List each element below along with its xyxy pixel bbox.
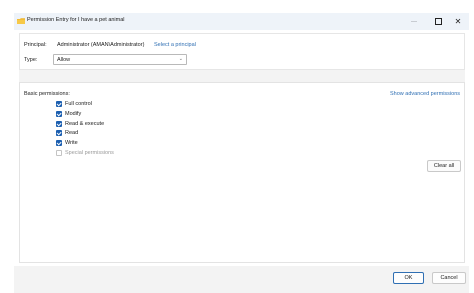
ok-button[interactable]: OK [393,272,424,284]
read-checkbox[interactable] [56,130,62,136]
permissions-panel: Basic permissions: Show advanced permiss… [19,82,465,263]
permission-label: Read & execute [65,121,105,127]
permission-label: Write [65,140,78,146]
special-permissions-checkbox [56,150,62,156]
close-button[interactable]: ✕ [448,13,468,30]
principal-value: Administrator (AMAN\Administrator) [57,42,145,48]
permission-label: Read [65,130,79,136]
select-principal-link[interactable]: Select a principal [154,42,196,48]
type-select-value: Allow [57,57,71,63]
permission-label: Special permissions [65,150,114,156]
principal-panel: Principal: Administrator (AMAN\Administr… [19,33,465,70]
permission-label: Full control [65,101,92,107]
type-label: Type: [24,57,38,63]
type-select[interactable]: Allow ⌄ [53,54,187,65]
section-divider [19,70,465,82]
clear-all-button[interactable]: Clear all [427,160,461,172]
write-checkbox[interactable] [56,140,62,146]
minimize-button[interactable] [404,13,424,30]
title-bar: Permission Entry for I have a pet animal… [14,13,469,30]
permission-label: Modify [65,111,82,117]
window-title: Permission Entry for I have a pet animal [27,17,125,23]
principal-label: Principal: [24,42,47,48]
dialog-footer: OK Cancel [14,266,469,293]
permission-modify[interactable]: Modify [56,110,81,118]
full-control-checkbox[interactable] [56,101,62,107]
show-advanced-permissions-link[interactable]: Show advanced permissions [390,91,460,97]
cancel-button[interactable]: Cancel [432,272,466,284]
permission-special: Special permissions [56,149,114,157]
permission-read[interactable]: Read [56,129,78,137]
maximize-button[interactable] [428,13,448,30]
permission-write[interactable]: Write [56,139,78,147]
read-execute-checkbox[interactable] [56,121,62,127]
permission-full-control[interactable]: Full control [56,100,92,108]
modify-checkbox[interactable] [56,111,62,117]
permission-read-execute[interactable]: Read & execute [56,120,104,128]
basic-permissions-heading: Basic permissions: [24,91,70,97]
chevron-down-icon: ⌄ [178,56,183,62]
close-icon: ✕ [454,17,462,26]
folder-icon [17,18,25,24]
